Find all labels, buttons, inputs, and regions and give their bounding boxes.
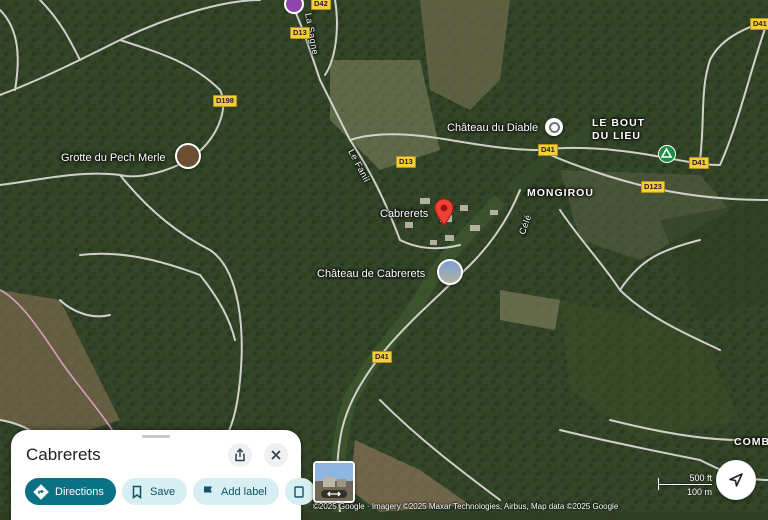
locality-label-du-lieu: DU LIEU bbox=[592, 130, 641, 142]
share-icon bbox=[235, 448, 245, 462]
locality-label-combe: COMB bbox=[734, 436, 768, 448]
add-label-label: Add label bbox=[221, 485, 267, 498]
drag-handle[interactable] bbox=[142, 435, 170, 438]
add-label-button[interactable]: Add label bbox=[193, 478, 279, 505]
more-actions-chip[interactable] bbox=[285, 478, 315, 505]
share-button[interactable] bbox=[228, 443, 252, 467]
place-bottom-sheet[interactable]: Cabrerets Directions Save Add label bbox=[11, 430, 315, 520]
close-icon bbox=[271, 450, 281, 460]
place-label-chateau-cabrerets[interactable]: Château de Cabrerets bbox=[317, 268, 425, 280]
my-location-button[interactable] bbox=[716, 460, 756, 500]
close-button[interactable] bbox=[264, 443, 288, 467]
road-shield-d198: D198 bbox=[213, 95, 237, 107]
directions-label: Directions bbox=[55, 485, 104, 498]
locality-label-le-bout: LE BOUT bbox=[592, 117, 646, 129]
road-shield-d41-c: D41 bbox=[750, 18, 768, 30]
copy-icon bbox=[294, 485, 304, 498]
landmark-icon-chateau-diable[interactable] bbox=[545, 118, 563, 136]
locality-label-mongirou: MONGIROU bbox=[527, 187, 594, 199]
directions-button[interactable]: Directions bbox=[25, 478, 116, 505]
location-pin-icon[interactable] bbox=[434, 198, 454, 226]
road-shield-d41-d: D41 bbox=[372, 351, 392, 363]
flag-icon bbox=[204, 486, 212, 498]
road-shield-d13-top: D13 bbox=[290, 27, 310, 39]
photo-marker-chateau-cabrerets[interactable] bbox=[437, 259, 463, 285]
directions-icon bbox=[33, 483, 49, 500]
road-shield-d41-a: D41 bbox=[538, 144, 558, 156]
place-label-cabrerets[interactable]: Cabrerets bbox=[380, 208, 428, 220]
photo-marker-grotte[interactable] bbox=[175, 143, 201, 169]
map-scale: 500 ft 100 m bbox=[658, 473, 712, 498]
road-shield-d13: D13 bbox=[396, 156, 416, 168]
map-attribution: ©2025 Google · Imagery ©2025 Maxar Techn… bbox=[313, 502, 619, 511]
my-location-icon bbox=[729, 473, 743, 487]
place-title: Cabrerets bbox=[26, 445, 101, 464]
scale-feet: 500 ft bbox=[689, 473, 712, 483]
bookmark-icon bbox=[132, 485, 142, 499]
scale-meters: 100 m bbox=[686, 487, 712, 497]
place-label-grotte[interactable]: Grotte du Pech Merle bbox=[61, 152, 166, 164]
road-shield-d41-b: D41 bbox=[689, 157, 709, 169]
street-view-thumbnail[interactable] bbox=[313, 461, 355, 503]
road-shield-d123: D123 bbox=[641, 181, 665, 193]
save-label: Save bbox=[150, 485, 176, 498]
save-button[interactable]: Save bbox=[122, 478, 187, 505]
road-shield-d42: D42 bbox=[311, 0, 331, 10]
place-label-chateau-diable[interactable]: Château du Diable bbox=[447, 122, 538, 134]
campground-icon[interactable] bbox=[658, 145, 676, 163]
